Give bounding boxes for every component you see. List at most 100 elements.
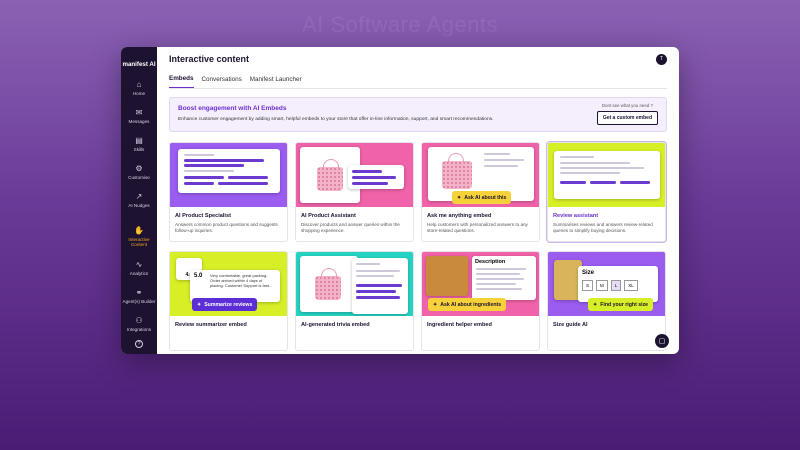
tab-embeds[interactable]: Embeds xyxy=(169,75,194,88)
sidebar-item-messages[interactable]: ✉ Messages xyxy=(121,108,157,136)
card-preview xyxy=(548,143,665,207)
logo: manifest AI xyxy=(122,61,156,68)
sidebar-item-integrations[interactable]: ⚇ Integrations xyxy=(121,316,157,332)
card-preview xyxy=(170,143,287,207)
sidebar-item-home[interactable]: ⌂ Home xyxy=(121,80,157,108)
size-option-s[interactable]: S xyxy=(582,280,594,291)
size-options: S M L XL xyxy=(582,280,654,291)
sidebar: manifest AI ⌂ Home ✉ Messages ▤ Skills ⚙… xyxy=(121,47,157,354)
embed-card-review-assistant[interactable]: Review assistant Summarises reviews and … xyxy=(547,142,666,242)
sidebar-item-label: Interactive Content xyxy=(128,237,150,248)
card-title: Ingredient helper embed xyxy=(427,322,492,328)
main-content: Interactive content T Embeds Conversatio… xyxy=(157,47,679,354)
card-preview: 4.0 5.0 Very comfortable, great packing.… xyxy=(170,252,287,316)
pill-label: Summarize reviews xyxy=(204,301,253,308)
home-icon: ⌂ xyxy=(136,80,142,89)
card-preview: ✦ Ask AI about this xyxy=(422,143,539,207)
ask-ai-about-ingredients-button[interactable]: ✦ Ask AI about ingredients xyxy=(428,298,507,311)
get-custom-embed-button[interactable]: Get a custom embed xyxy=(596,111,658,125)
embed-card-ai-product-specialist[interactable]: AI Product Specialist Answers common pro… xyxy=(169,142,288,242)
handbag-image xyxy=(317,159,343,191)
sidebar-item-label: Integrations xyxy=(126,326,151,332)
card-preview: Description ✦ Ask AI about ingredients xyxy=(422,252,539,316)
pill-label: Ask AI about ingredients xyxy=(440,301,502,308)
panel-title: Size xyxy=(582,270,595,276)
integrations-icon: ⚇ xyxy=(135,315,143,325)
pill-label: Find your right size xyxy=(600,301,649,308)
sidebar-item-label: Messages xyxy=(128,119,150,124)
size-option-l[interactable]: L xyxy=(610,280,622,291)
banner-hint: Dont see what you need ? xyxy=(601,103,653,108)
sidebar-item-analytics[interactable]: ∿ Analytics xyxy=(121,260,157,288)
card-preview xyxy=(296,143,413,207)
sparkle-icon: ✦ xyxy=(593,301,598,308)
tab-bar: Embeds Conversations Manifest Launcher xyxy=(169,71,667,89)
card-preview xyxy=(296,252,413,316)
page-title: Interactive content xyxy=(169,54,250,64)
size-option-m[interactable]: M xyxy=(596,280,608,291)
embed-card-ai-trivia[interactable]: AI-generated trivia embed xyxy=(295,251,414,351)
nudges-icon: ↗ xyxy=(135,192,143,201)
sparkle-icon: ✦ xyxy=(433,301,438,308)
card-description: Answers common product questions and sug… xyxy=(175,222,278,233)
sidebar-item-customise[interactable]: ⚙ Customise xyxy=(121,164,157,192)
handbag-image xyxy=(315,268,341,300)
embed-card-ai-product-assistant[interactable]: AI Product Assistant Discover products a… xyxy=(295,142,414,242)
chat-preview-panel xyxy=(178,149,280,193)
banner-text: Enhance customer engagement by adding sm… xyxy=(178,117,494,122)
review-chat-panel xyxy=(554,151,660,199)
analytics-icon: ∿ xyxy=(135,260,143,269)
sidebar-item-skills[interactable]: ▤ Skills xyxy=(121,136,157,164)
tab-conversations[interactable]: Conversations xyxy=(202,76,242,88)
embed-card-ask-me-anything[interactable]: ✦ Ask AI about this Ask me anything embe… xyxy=(421,142,540,242)
embed-card-size-guide[interactable]: Size S M L XL ✦ Find your right size Siz… xyxy=(547,251,666,351)
card-title: Review assistant xyxy=(553,213,599,219)
sidebar-item-label: Agent(s) Builder xyxy=(122,299,156,304)
sidebar-item-label: AI Nudges xyxy=(128,203,150,208)
card-title: AI Product Assistant xyxy=(301,213,356,219)
assistant-chat-panel xyxy=(348,165,404,189)
embed-card-ingredient-helper[interactable]: Description ✦ Ask AI about ingredients I… xyxy=(421,251,540,351)
banner-actions: Dont see what you need ? Get a custom em… xyxy=(596,103,658,125)
card-title: Ask me anything embed xyxy=(427,213,492,219)
sparkle-icon: ✦ xyxy=(197,301,202,308)
sidebar-item-label: Customise xyxy=(128,175,150,180)
embed-card-review-summarizer[interactable]: 4.0 5.0 Very comfortable, great packing.… xyxy=(169,251,288,351)
pill-label: Ask AI about this xyxy=(464,194,507,201)
sidebar-item-label: Analytics xyxy=(129,271,149,276)
trivia-chat-panel xyxy=(352,258,408,314)
chat-launcher-button[interactable]: ▢ xyxy=(655,334,669,348)
review-text: Very comfortable, great packing. Order a… xyxy=(210,273,273,288)
sidebar-item-ai-nudges[interactable]: ↗ AI Nudges xyxy=(121,192,157,226)
messages-icon: ✉ xyxy=(135,108,143,117)
product-image-panel xyxy=(300,256,358,312)
avatar[interactable]: T xyxy=(656,53,667,65)
topbar: Interactive content T xyxy=(169,47,667,71)
interactive-content-icon: ✋ xyxy=(134,226,144,235)
size-option-xl[interactable]: XL xyxy=(624,280,638,291)
help-icon[interactable]: ? xyxy=(135,340,143,348)
sidebar-nav: ⌂ Home ✉ Messages ▤ Skills ⚙ Customise ↗… xyxy=(121,80,157,322)
card-title: Size guide AI xyxy=(553,322,588,328)
chat-icon: ▢ xyxy=(658,338,666,345)
skills-icon: ▤ xyxy=(135,136,143,145)
tab-manifest-launcher[interactable]: Manifest Launcher xyxy=(250,76,302,88)
banner-title: Boost engagement with AI Embeds xyxy=(178,105,287,112)
card-description: Discover products and answer queries wit… xyxy=(301,222,400,233)
ingredient-image xyxy=(426,256,468,296)
embeds-grid: AI Product Specialist Answers common pro… xyxy=(169,142,667,351)
sidebar-item-interactive-content[interactable]: ✋ Interactive Content xyxy=(121,226,157,260)
card-title: AI Product Specialist xyxy=(175,213,231,219)
size-panel: Size S M L XL xyxy=(578,266,658,302)
customise-icon: ⚙ xyxy=(135,164,143,173)
sidebar-item-label: Skills xyxy=(133,147,145,152)
card-description: Summarises reviews and answers review-re… xyxy=(553,222,653,233)
summarize-reviews-button[interactable]: ✦ Summarize reviews xyxy=(192,298,258,311)
find-your-right-size-button[interactable]: ✦ Find your right size xyxy=(588,298,654,311)
card-title: Review summarizer embed xyxy=(175,322,247,328)
sidebar-bottom: ⚇ Integrations ? xyxy=(121,316,157,348)
embeds-banner: Boost engagement with AI Embeds Enhance … xyxy=(169,97,667,132)
card-preview: Size S M L XL ✦ Find your right size xyxy=(548,252,665,316)
ask-ai-about-this-button[interactable]: ✦ Ask AI about this xyxy=(452,191,512,204)
handbag-image xyxy=(442,153,472,189)
